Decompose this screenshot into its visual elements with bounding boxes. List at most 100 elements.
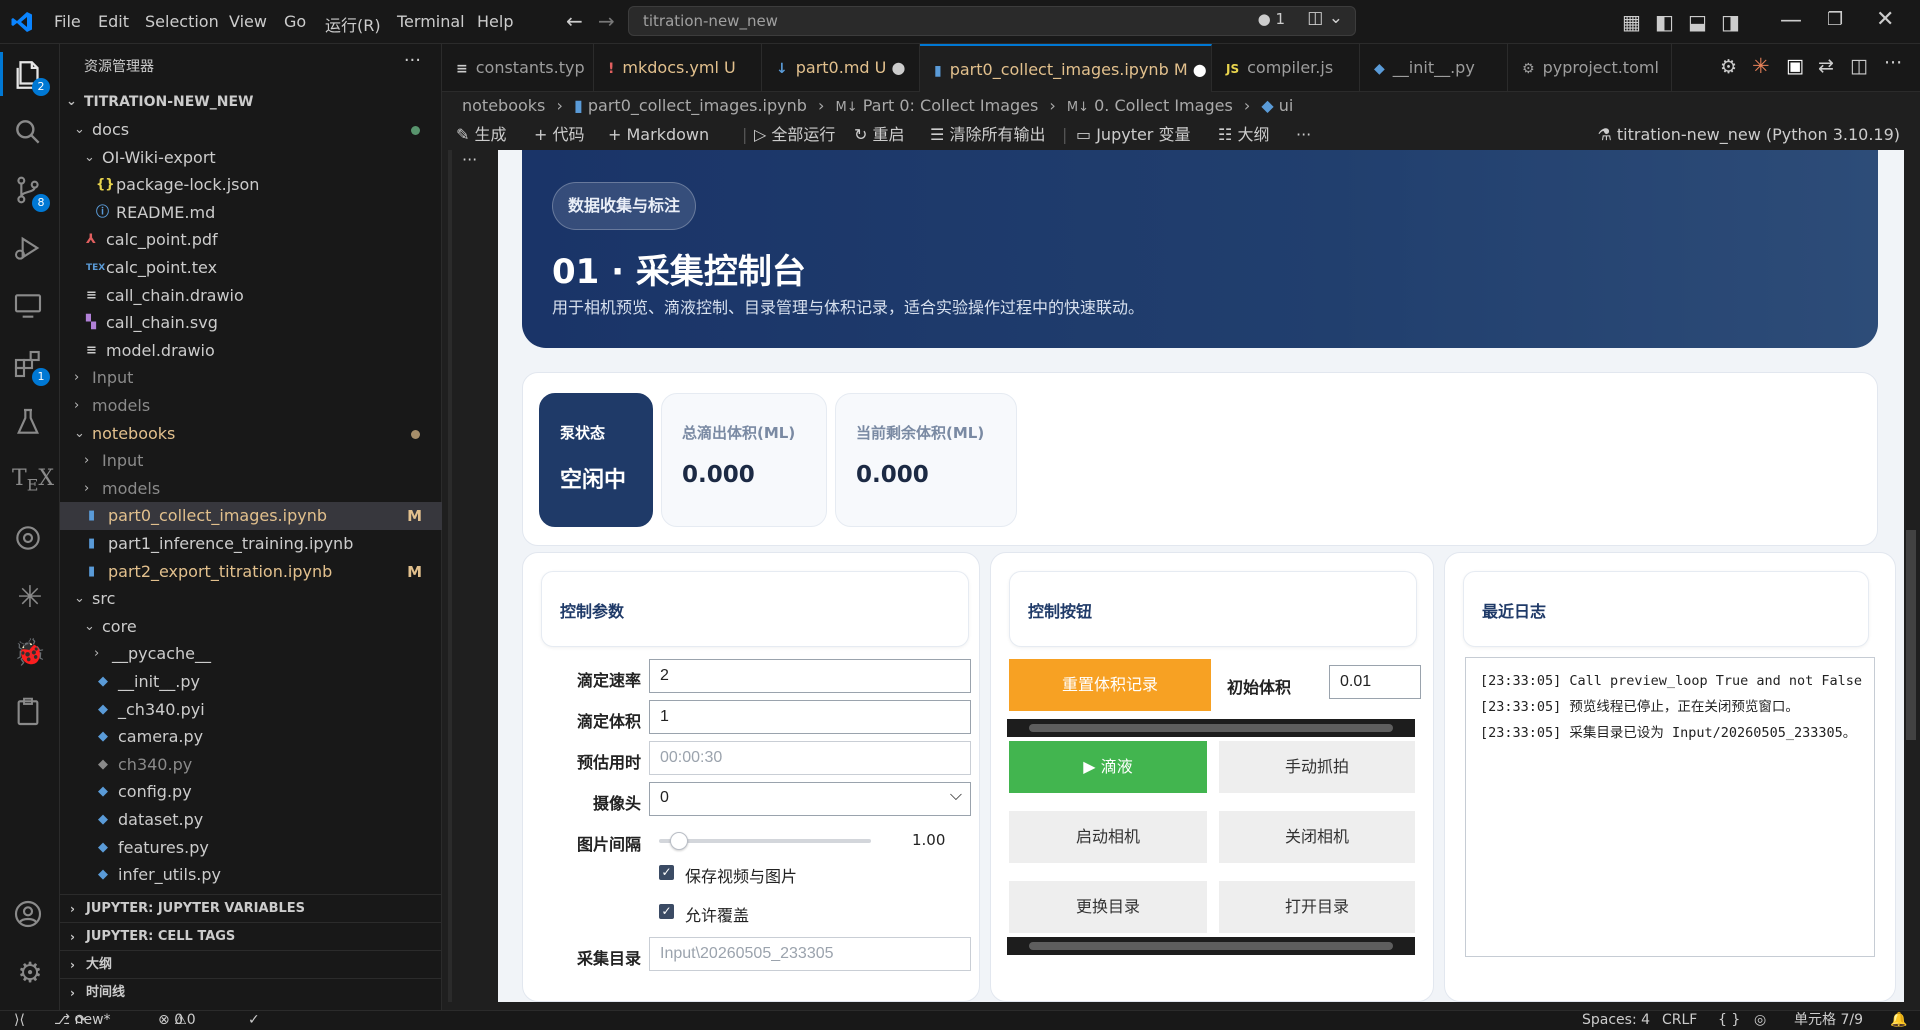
log-output[interactable]: [23:33:05] Call preview_loop True and no… <box>1465 657 1875 957</box>
claude-sparkle-icon[interactable]: ✳ <box>1752 54 1770 78</box>
reset-volume-button[interactable]: 重置体积记录 <box>1009 659 1211 711</box>
unsaved-dot-icon[interactable]: ● <box>1193 60 1207 79</box>
init-volume-input[interactable] <box>1329 665 1421 699</box>
change-dir-button[interactable]: 更换目录 <box>1009 881 1207 933</box>
kernel-picker[interactable]: ⚗ titration-new_new (Python 3.10.19) <box>1597 120 1900 150</box>
horizontal-scrollbar[interactable] <box>1007 937 1415 955</box>
tree-file[interactable]: ◆ features.py <box>60 834 442 862</box>
tree-folder[interactable]: › Input <box>60 364 442 392</box>
camera-select[interactable]: 0 ⌵ <box>649 782 971 816</box>
manual-capture-button[interactable]: 手动抓拍 <box>1219 741 1415 793</box>
tree-folder[interactable]: ⌄ src <box>60 585 442 613</box>
tree-file[interactable]: ▚ call_chain.svg <box>60 309 442 337</box>
notifications-bell-icon[interactable]: 🔔 <box>1890 1011 1907 1030</box>
menu-edit[interactable]: Edit <box>98 12 129 31</box>
tab-constants[interactable]: ≡ constants.typ <box>442 44 594 92</box>
more-actions-icon[interactable]: ··· <box>1296 120 1311 150</box>
run-all-button[interactable]: ▷ 全部运行 <box>754 120 835 150</box>
tab-init-py[interactable]: ◆ __init__.py <box>1360 44 1508 92</box>
stop-camera-button[interactable]: 关闭相机 <box>1219 811 1415 863</box>
preview-icon[interactable]: ▣ <box>1786 55 1804 77</box>
copilot-status-icon[interactable]: ◎ <box>1754 1011 1766 1030</box>
explorer-icon[interactable]: 2 <box>12 58 50 96</box>
layout-customize-icon[interactable]: ▦ <box>1622 10 1641 34</box>
tab-part0-md[interactable]: ↓ part0.md U ● <box>762 44 920 92</box>
branch-indicator[interactable]: ⎇ new* ⟳ <box>54 1011 111 1030</box>
settings-gear-icon[interactable]: ⚙ <box>12 956 48 992</box>
breadcrumb-item[interactable]: part0_collect_images.ipynb <box>588 96 807 115</box>
eol-indicator[interactable]: CRLF <box>1662 1011 1697 1030</box>
remote-explorer-icon[interactable] <box>12 290 48 326</box>
indent-indicator[interactable]: Spaces: 4 <box>1582 1011 1650 1030</box>
sparkle-icon[interactable]: ✳ <box>12 580 48 616</box>
menu-selection[interactable]: Selection <box>145 12 219 31</box>
tree-file[interactable]: TEX calc_point.tex <box>60 254 442 282</box>
section-timeline[interactable]: › 时间线 <box>60 978 442 1006</box>
tree-file[interactable]: ▮ part2_export_titration.ipynb M <box>60 558 442 586</box>
close-window-icon[interactable]: ✕ <box>1876 7 1894 32</box>
rate-input[interactable] <box>649 659 971 693</box>
run-debug-icon[interactable] <box>12 232 48 268</box>
tree-folder[interactable]: › models <box>60 475 442 503</box>
testing-flask-icon[interactable] <box>12 406 48 442</box>
tree-file[interactable]: ≡ call_chain.drawio <box>60 282 442 310</box>
cell-output-menu-icon[interactable]: ··· <box>462 150 477 169</box>
split-editor-icon[interactable]: ◫ <box>1850 55 1868 77</box>
add-code-button[interactable]: + 代码 <box>534 120 585 150</box>
tree-folder[interactable]: ⌄ OI-Wiki-export <box>60 144 442 172</box>
breadcrumb-item[interactable]: Part 0: Collect Images <box>863 96 1039 115</box>
restore-icon[interactable]: ❐ <box>1827 9 1843 30</box>
account-icon[interactable] <box>12 898 48 934</box>
check-icon[interactable]: ✓ <box>248 1011 260 1030</box>
breadcrumb-item[interactable]: notebooks <box>462 96 545 115</box>
menu-go[interactable]: Go <box>284 12 306 31</box>
tree-folder[interactable]: ⌄ notebooks <box>60 420 442 448</box>
bug-icon[interactable]: 🐞 <box>12 638 48 674</box>
menu-help[interactable]: Help <box>477 12 513 31</box>
interval-slider-track[interactable] <box>659 832 871 850</box>
more-actions-icon[interactable]: ··· <box>404 50 421 71</box>
remote-icon[interactable]: ⟩⟨ <box>14 1011 25 1030</box>
toggle-panel-icon[interactable]: ⬓ <box>1688 10 1707 34</box>
menu-view[interactable]: View <box>229 12 267 31</box>
tree-file[interactable]: ⅄ calc_point.pdf <box>60 226 442 254</box>
overwrite-checkbox[interactable]: ✓ <box>659 904 674 919</box>
section-cell-tags[interactable]: › JUPYTER: CELL TAGS <box>60 922 442 950</box>
settings-gear-icon[interactable]: ⚙ <box>1720 56 1737 78</box>
clipboard-icon[interactable] <box>12 696 48 732</box>
tree-folder[interactable]: ⌄ docs <box>60 116 442 144</box>
drip-button[interactable]: ▶ 滴液 <box>1009 741 1207 793</box>
tree-folder[interactable]: › Input <box>60 447 442 475</box>
editor-scrollbar[interactable] <box>1906 530 1916 740</box>
tree-file[interactable]: ⓘ README.md <box>60 199 442 227</box>
source-control-icon[interactable]: 8 <box>12 174 50 212</box>
tab-mkdocs[interactable]: ! mkdocs.yml U <box>594 44 762 92</box>
search-icon[interactable] <box>12 116 48 152</box>
open-dir-button[interactable]: 打开目录 <box>1219 881 1415 933</box>
toggle-sidebar-icon[interactable]: ◧ <box>1655 10 1674 34</box>
tab-part0-collect-images[interactable]: ▮ part0_collect_images.ipynb M ● <box>920 44 1212 92</box>
cell-indicator[interactable]: 单元格 7/9 <box>1794 1011 1863 1030</box>
menu-file[interactable]: File <box>54 12 81 31</box>
generate-button[interactable]: ✎ 生成 <box>456 120 507 150</box>
menu-terminal[interactable]: Terminal <box>397 12 465 31</box>
tree-file[interactable]: {} package-lock.json <box>60 171 442 199</box>
tex-icon[interactable]: TEX <box>12 466 54 502</box>
tree-file[interactable]: ▮ part1_inference_training.ipynb <box>60 530 442 558</box>
extensions-icon[interactable]: 1 <box>12 348 50 386</box>
add-markdown-button[interactable]: + Markdown <box>608 120 709 150</box>
outline-button[interactable]: ☷ 大纲 <box>1218 120 1269 150</box>
forward-arrow-icon[interactable]: → <box>598 9 615 33</box>
volume-input[interactable] <box>649 700 971 734</box>
menu-run[interactable]: 运行(R) <box>325 12 381 36</box>
compare-icon[interactable]: ⇄ <box>1818 55 1834 77</box>
start-camera-button[interactable]: 启动相机 <box>1009 811 1207 863</box>
tree-folder[interactable]: › __pycache__ <box>60 640 442 668</box>
problems-indicator[interactable]: ⊗ 0 ⚠ 0 <box>158 1011 196 1030</box>
jupyter-variables-button[interactable]: ▭ Jupyter 变量 <box>1076 120 1190 150</box>
back-arrow-icon[interactable]: ← <box>566 9 583 33</box>
clear-outputs-button[interactable]: ☰ 清除所有输出 <box>930 120 1045 150</box>
command-center-search[interactable]: titration-new_new ● 1 ◫ ⌄ <box>628 6 1356 36</box>
tree-file[interactable]: ◆ dataset.py <box>60 806 442 834</box>
tree-file[interactable]: ◆ infer_utils.py <box>60 861 442 889</box>
